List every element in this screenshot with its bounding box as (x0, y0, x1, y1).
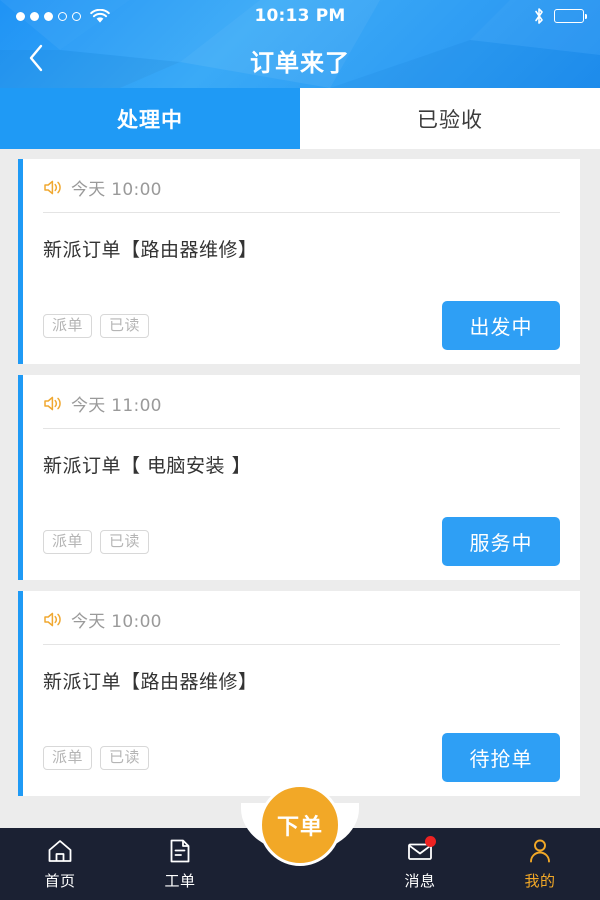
tab-accepted[interactable]: 已验收 (300, 88, 600, 149)
order-card-footer: 派单 已读 服务中 (43, 517, 560, 566)
order-action-button[interactable]: 待抢单 (442, 733, 560, 782)
message-badge (425, 836, 436, 847)
order-tags: 派单 已读 (43, 745, 150, 770)
order-title: 新派订单【路由器维修】 (43, 239, 258, 261)
order-card-header: 今天 11:00 (43, 391, 560, 428)
bottom-nav-item-workorder[interactable]: 工单 (120, 828, 240, 900)
status-bar-left (16, 8, 255, 24)
order-action-button[interactable]: 出发中 (442, 301, 560, 350)
tab-bar: 处理中 已验收 (0, 88, 600, 149)
tag-read: 已读 (100, 745, 150, 770)
chevron-left-icon (27, 43, 45, 77)
order-card[interactable]: 今天 10:00 新派订单【路由器维修】 派单 已读 待抢单 (18, 591, 580, 796)
app-screen: 10:13 PM 订单来了 处理中 已验收 今天 10:00 新派订单【路由器维… (0, 0, 600, 900)
bottom-nav-label: 我的 (524, 872, 556, 890)
order-tags: 派单 已读 (43, 529, 150, 554)
person-icon (526, 837, 554, 865)
bluetooth-icon (533, 7, 545, 25)
page-title: 订单来了 (250, 48, 350, 77)
back-button[interactable] (14, 38, 58, 82)
wifi-icon (90, 8, 110, 24)
place-order-button[interactable]: 下单 (259, 784, 341, 866)
navigation-bar: 订单来了 (0, 32, 600, 88)
order-card-footer: 派单 已读 待抢单 (43, 733, 560, 782)
order-time: 今天 10:00 (71, 612, 162, 632)
tag-dispatch: 派单 (43, 529, 93, 554)
home-icon (46, 837, 74, 865)
speaker-icon (43, 395, 62, 412)
status-bar-right (346, 7, 588, 25)
tag-dispatch: 派单 (43, 745, 93, 770)
order-card-footer: 派单 已读 出发中 (43, 301, 560, 350)
document-icon (166, 837, 194, 865)
order-time: 今天 10:00 (71, 180, 162, 200)
status-time: 10:13 PM (254, 6, 346, 26)
order-action-button[interactable]: 服务中 (442, 517, 560, 566)
battery-icon (554, 9, 588, 23)
bottom-nav-item-messages[interactable]: 消息 (360, 828, 480, 900)
tag-read: 已读 (100, 529, 150, 554)
order-list[interactable]: 今天 10:00 新派订单【路由器维修】 派单 已读 出发中 今天 11:00 … (0, 149, 600, 818)
tag-read: 已读 (100, 313, 150, 338)
order-title: 新派订单【 电脑安装 】 (43, 455, 252, 477)
bottom-nav-item-profile[interactable]: 我的 (480, 828, 600, 900)
bottom-nav-label: 消息 (404, 872, 436, 890)
status-bar: 10:13 PM (0, 0, 600, 32)
order-card-header: 今天 10:00 (43, 607, 560, 644)
speaker-icon (43, 611, 62, 628)
order-time: 今天 11:00 (71, 396, 162, 416)
speaker-icon (43, 179, 62, 196)
status-bar-center: 10:13 PM (255, 6, 346, 26)
tag-dispatch: 派单 (43, 313, 93, 338)
envelope-icon (406, 836, 436, 865)
order-card-header: 今天 10:00 (43, 175, 560, 212)
order-card[interactable]: 今天 11:00 新派订单【 电脑安装 】 派单 已读 服务中 (18, 375, 580, 580)
bottom-nav-label: 首页 (44, 872, 76, 890)
order-card[interactable]: 今天 10:00 新派订单【路由器维修】 派单 已读 出发中 (18, 159, 580, 364)
order-title: 新派订单【路由器维修】 (43, 671, 258, 693)
order-tags: 派单 已读 (43, 313, 150, 338)
bottom-nav-item-home[interactable]: 首页 (0, 828, 120, 900)
tab-processing[interactable]: 处理中 (0, 88, 300, 149)
signal-dots-icon (16, 11, 81, 21)
app-header: 10:13 PM 订单来了 (0, 0, 600, 88)
bottom-nav-label: 工单 (164, 872, 196, 890)
